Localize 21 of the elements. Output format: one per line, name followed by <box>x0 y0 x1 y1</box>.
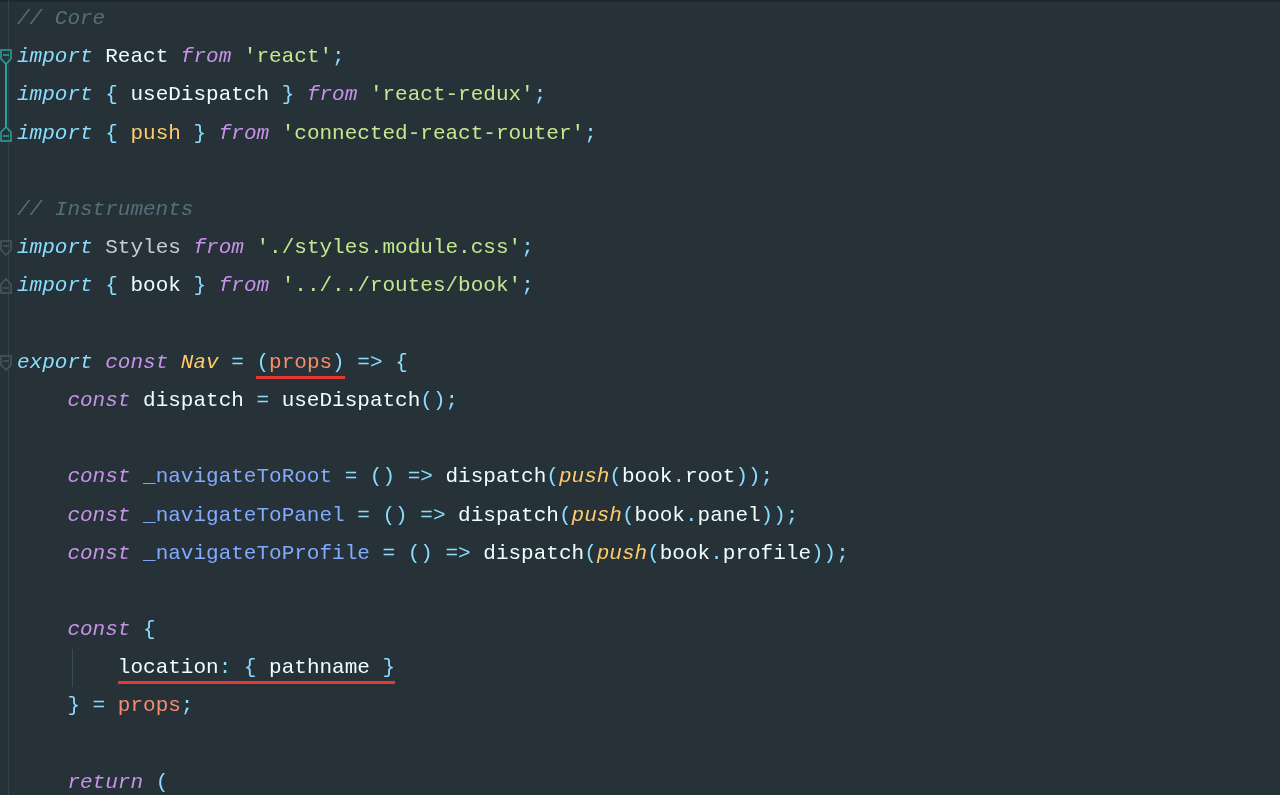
fold-marker-icon[interactable] <box>0 278 12 295</box>
fold-marker-icon[interactable] <box>0 49 12 66</box>
fold-marker-icon[interactable] <box>0 354 12 371</box>
fold-marker-icon[interactable] <box>0 240 12 257</box>
code-line: import { push } from 'connected-react-router'; <box>17 120 597 147</box>
code-line: import React from 'react'; <box>17 44 345 71</box>
code-line: import Styles from './styles.module.css'; <box>17 235 534 262</box>
code-line: return ( <box>66 769 169 795</box>
code-line: import { useDispatch } from 'react-redux'; <box>17 82 547 109</box>
code-line: const _navigateToProfile = () => dispatch(push(book.profile)); <box>66 540 849 567</box>
code-line: export const Nav = (props) => { <box>17 348 408 377</box>
code-line: location: { pathname } <box>17 654 396 683</box>
code-line: // Core <box>17 6 106 33</box>
code-line: const _navigateToRoot = () => dispatch(push(book.root)); <box>66 464 774 491</box>
fold-marker-icon[interactable] <box>0 125 12 142</box>
code-line: // Instruments <box>17 197 194 224</box>
code-line: const dispatch = useDispatch(); <box>66 387 459 414</box>
code-line: const _navigateToPanel = () => dispatch(push(book.panel)); <box>66 502 799 529</box>
code-line: import { book } from '../../routes/book'; <box>17 273 534 300</box>
code-line: const { <box>66 617 156 644</box>
code-line: } = props; <box>66 693 194 720</box>
